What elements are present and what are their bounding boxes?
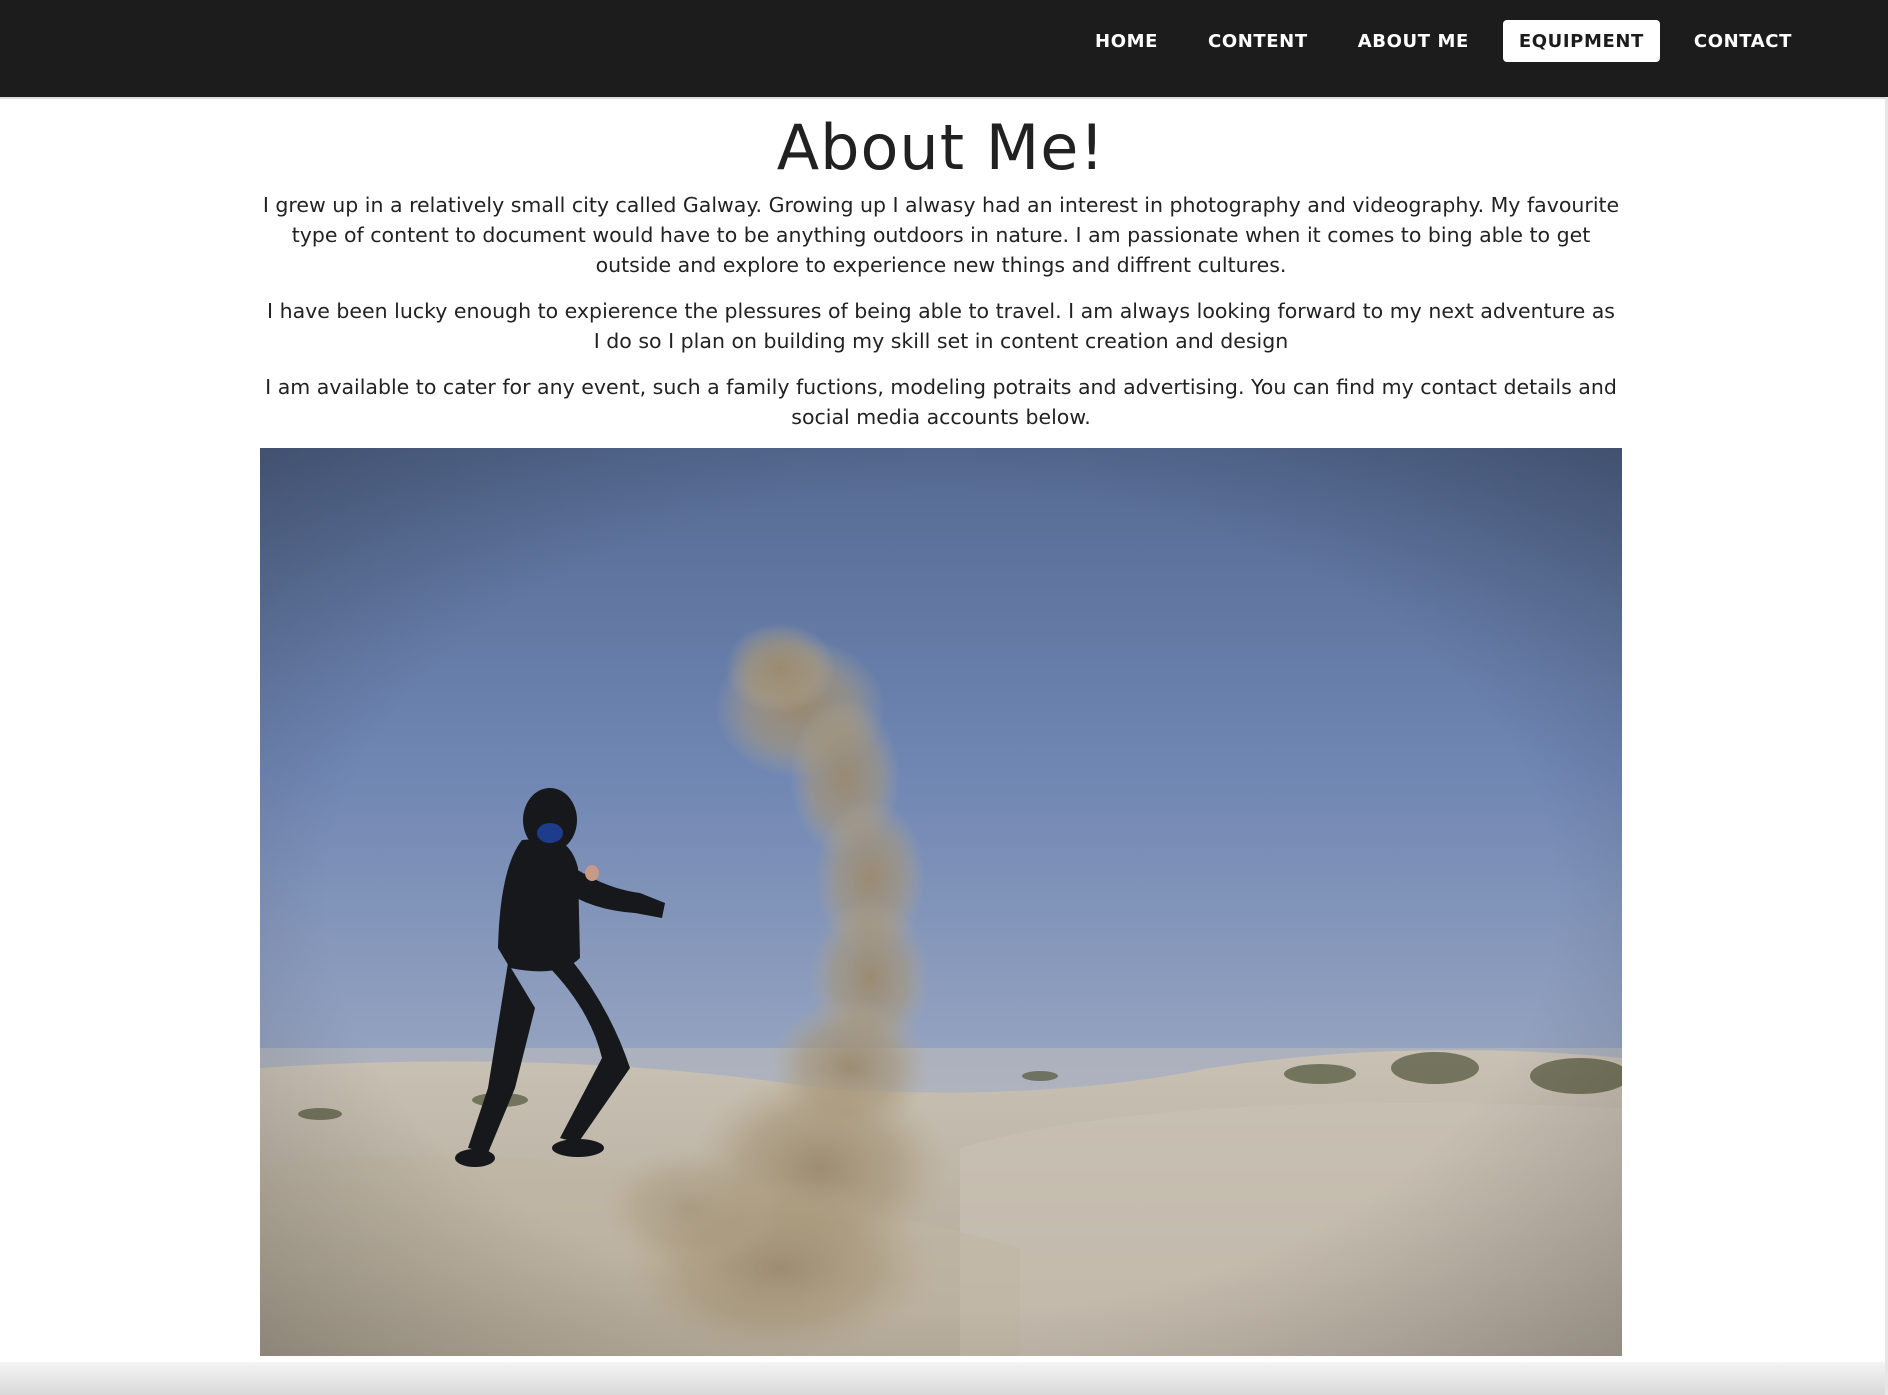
nav-item-home[interactable]: HOME — [1079, 20, 1174, 62]
desert-sand-photo — [260, 448, 1622, 1356]
page-bottom-edge — [0, 1362, 1888, 1395]
nav-item-contact[interactable]: CONTACT — [1678, 20, 1808, 62]
about-paragraph-3: I am available to cater for any event, s… — [265, 375, 1617, 429]
about-paragraph-1: I grew up in a relatively small city cal… — [262, 193, 1620, 277]
nav-item-about-me[interactable]: ABOUT ME — [1342, 20, 1485, 62]
top-navbar: HOME CONTENT ABOUT ME EQUIPMENT CONTACT — [0, 0, 1888, 99]
page: HOME CONTENT ABOUT ME EQUIPMENT CONTACT … — [0, 0, 1888, 1395]
nav-menu: HOME CONTENT ABOUT ME EQUIPMENT CONTACT — [1079, 20, 1808, 62]
nav-item-equipment[interactable]: EQUIPMENT — [1502, 20, 1660, 62]
about-paragraph-2: I have been lucky enough to expierence t… — [267, 299, 1615, 353]
nav-item-content[interactable]: CONTENT — [1192, 20, 1324, 62]
page-title: About Me! — [776, 111, 1106, 184]
